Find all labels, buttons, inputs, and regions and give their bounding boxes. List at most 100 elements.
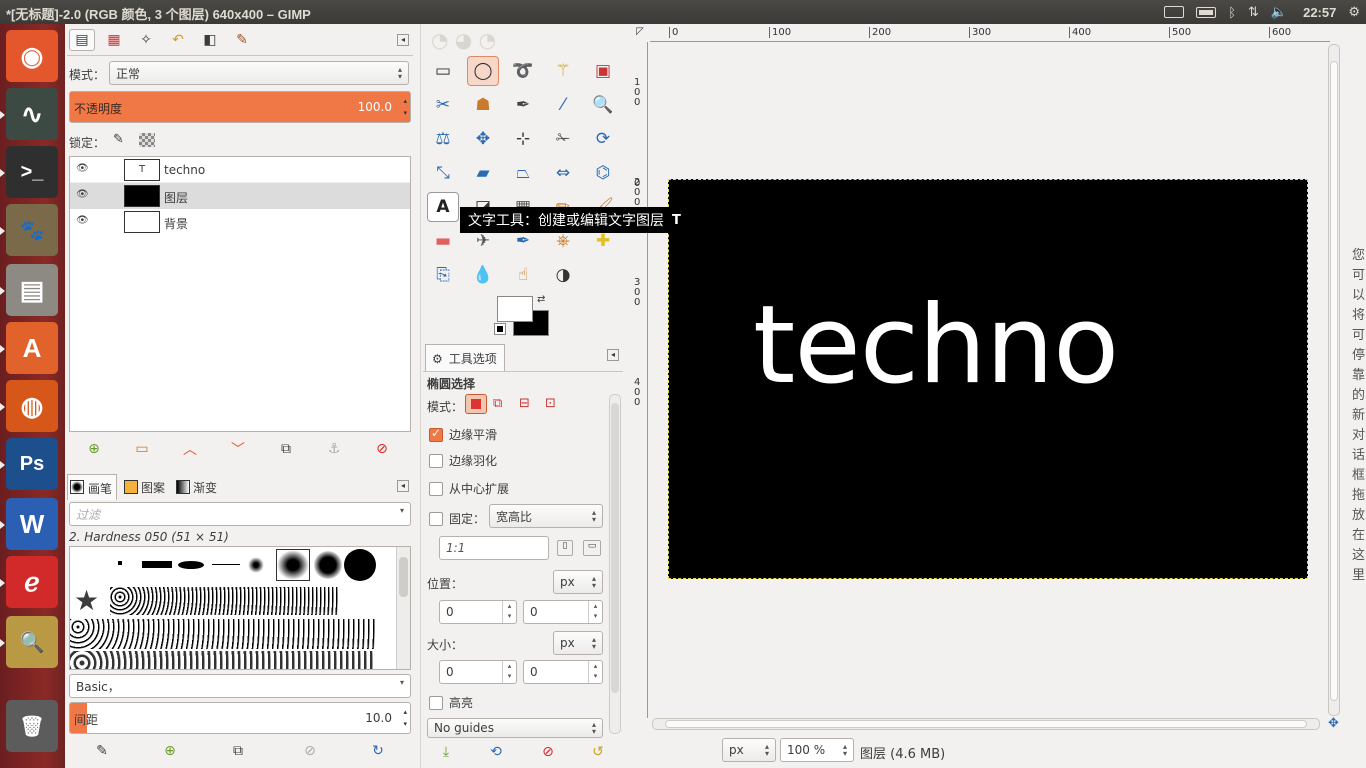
- rect-select-icon[interactable]: ▭: [427, 56, 459, 86]
- dock-menu-icon[interactable]: ◂: [397, 34, 409, 46]
- dock-menu-icon[interactable]: ◂: [397, 480, 409, 492]
- launcher-software-center-icon[interactable]: A: [0, 322, 58, 374]
- scale-tool-icon[interactable]: ⤡: [427, 158, 459, 188]
- brush-thumb-selected[interactable]: [276, 549, 310, 581]
- checkbox[interactable]: [429, 695, 443, 710]
- position-unit-select[interactable]: px ▴ ▾: [553, 570, 603, 594]
- brush-thumb[interactable]: [178, 561, 204, 569]
- eraser-tool-icon[interactable]: ▬: [427, 226, 459, 256]
- shear-tool-icon[interactable]: ▰: [467, 158, 499, 188]
- layer-mode-select[interactable]: 正常 ▴ ▾: [109, 61, 409, 85]
- network-icon[interactable]: ⇅: [1248, 4, 1259, 20]
- reset-options-icon[interactable]: ↺: [585, 741, 611, 763]
- blur-tool-icon[interactable]: 💧: [467, 260, 499, 290]
- paths-tab-icon[interactable]: ✧: [133, 29, 159, 51]
- aspect-ratio-input[interactable]: 1:1: [439, 536, 549, 560]
- delete-brush-icon[interactable]: ⊘: [297, 740, 323, 762]
- position-y-input[interactable]: 0 ▴ ▾: [523, 600, 603, 624]
- launcher-ubuntu-dash-icon[interactable]: ◉: [6, 30, 58, 82]
- move-tool-icon[interactable]: ✥: [467, 124, 499, 154]
- fixed-checkbox[interactable]: 固定：: [429, 510, 485, 527]
- layer-name[interactable]: techno: [164, 163, 205, 177]
- brush-thumb[interactable]: [212, 564, 240, 565]
- save-options-icon[interactable]: ⤓: [433, 741, 459, 763]
- layer-row[interactable]: 👁 T techno: [70, 157, 410, 183]
- launcher-wps-writer-icon[interactable]: W: [0, 498, 58, 550]
- paths-tool-icon[interactable]: ✒: [507, 90, 539, 120]
- fixed-mode-select[interactable]: 宽高比 ▴ ▾: [489, 504, 603, 528]
- launcher-firefox-icon[interactable]: ◍: [0, 380, 58, 432]
- landscape-icon[interactable]: ▭: [583, 540, 601, 556]
- color-picker-icon[interactable]: ⁄: [547, 90, 579, 120]
- fuzzy-select-icon[interactable]: ⚚: [547, 56, 579, 86]
- smudge-tool-icon[interactable]: ☝: [507, 260, 539, 290]
- ruler-corner[interactable]: ◸: [632, 26, 648, 42]
- canvas-viewport[interactable]: techno: [650, 44, 1326, 716]
- mode-replace-icon[interactable]: [465, 394, 487, 414]
- dock-menu-icon[interactable]: ◂: [607, 349, 619, 361]
- launcher-gimp-icon[interactable]: 🐾: [0, 204, 58, 256]
- horizontal-scrollbar[interactable]: [652, 718, 1320, 730]
- undo-history-tab-icon[interactable]: ↶: [165, 29, 191, 51]
- guides-select[interactable]: No guides ▴ ▾: [427, 718, 603, 738]
- checkbox[interactable]: [429, 426, 443, 442]
- spacing-slider[interactable]: 间距 10.0 ▴ ▾: [69, 702, 411, 734]
- eye-icon[interactable]: 👁: [76, 189, 89, 200]
- duplicate-layer-icon[interactable]: ⧉: [273, 438, 299, 460]
- delete-layer-icon[interactable]: ⊘: [369, 438, 395, 460]
- default-colors-icon[interactable]: [494, 323, 506, 335]
- brush-thumb[interactable]: [118, 561, 122, 565]
- measure-tool-icon[interactable]: ⚖: [427, 124, 459, 154]
- canvas-text-layer[interactable]: techno: [753, 286, 1119, 406]
- battery-icon[interactable]: [1196, 6, 1217, 18]
- position-x-input[interactable]: 0 ▴ ▾: [439, 600, 517, 624]
- size-unit-select[interactable]: px ▴ ▾: [553, 631, 603, 655]
- volume-icon[interactable]: 🔈: [1271, 4, 1287, 20]
- rotate-tool-icon[interactable]: ⟳: [587, 124, 619, 154]
- cage-tool-icon[interactable]: ⌬: [587, 158, 619, 188]
- new-brush-icon[interactable]: ⊕: [157, 740, 183, 762]
- feather-checkbox[interactable]: 边缘羽化: [429, 452, 497, 469]
- brush-thumb[interactable]: [70, 651, 376, 669]
- layers-tab-icon[interactable]: ▤: [69, 29, 95, 51]
- mode-subtract-icon[interactable]: ⊟: [519, 396, 530, 411]
- color-select-icon[interactable]: ▣: [587, 56, 619, 86]
- size-height-input[interactable]: 0 ▴ ▾: [523, 660, 603, 684]
- brush-thumb[interactable]: [70, 619, 376, 649]
- brush-tab-icon[interactable]: ✎: [229, 29, 255, 51]
- zoom-select[interactable]: 100 % ▴ ▾: [780, 738, 854, 762]
- zoom-tool-icon[interactable]: 🔍: [587, 90, 619, 120]
- text-tool-icon[interactable]: A: [427, 192, 459, 222]
- align-tool-icon[interactable]: ⊹: [507, 124, 539, 154]
- brush-filter-input[interactable]: 过滤 ▾: [69, 502, 411, 526]
- perspective-clone-icon[interactable]: ⎘: [427, 260, 459, 290]
- portrait-icon[interactable]: ▯: [557, 540, 573, 556]
- layer-name[interactable]: 图层: [164, 189, 188, 206]
- bluetooth-icon[interactable]: ᛒ: [1228, 5, 1236, 20]
- eye-icon[interactable]: 👁: [76, 215, 89, 226]
- checkbox[interactable]: [429, 453, 443, 468]
- layer-row[interactable]: 👁 背景: [70, 209, 410, 235]
- antialias-checkbox[interactable]: 边缘平滑: [429, 426, 497, 443]
- lock-alpha-icon[interactable]: [139, 133, 155, 147]
- launcher-pdf-reader-icon[interactable]: ℯ: [0, 556, 58, 608]
- delete-options-icon[interactable]: ⊘: [535, 741, 561, 763]
- mode-intersect-icon[interactable]: ⊡: [545, 396, 556, 411]
- refresh-brushes-icon[interactable]: ↻: [365, 740, 391, 762]
- scissors-select-icon[interactable]: ✂: [427, 90, 459, 120]
- launcher-system-monitor-icon[interactable]: ∿: [0, 88, 58, 140]
- brush-thumb[interactable]: [142, 561, 172, 568]
- perspective-tool-icon[interactable]: ⏢: [507, 158, 539, 188]
- raise-layer-icon[interactable]: ︿: [177, 438, 203, 460]
- horizontal-ruler[interactable]: 0 100 200 300 400 500 600: [650, 26, 1330, 42]
- fg-bg-colors[interactable]: ⇄: [494, 294, 555, 338]
- opacity-slider[interactable]: 不透明度 100.0 ▴ ▾: [69, 91, 411, 123]
- vertical-scrollbar[interactable]: [1328, 44, 1340, 716]
- brush-thumb[interactable]: [248, 557, 264, 573]
- launcher-trash-icon[interactable]: 🗑: [6, 700, 58, 752]
- brush-thumb[interactable]: [110, 587, 338, 615]
- launcher-file-manager-icon[interactable]: ▤: [0, 264, 58, 316]
- gear-icon[interactable]: ⚙: [1348, 4, 1360, 20]
- image-canvas[interactable]: techno: [668, 179, 1308, 579]
- channels-tab-icon[interactable]: ▦: [101, 29, 127, 51]
